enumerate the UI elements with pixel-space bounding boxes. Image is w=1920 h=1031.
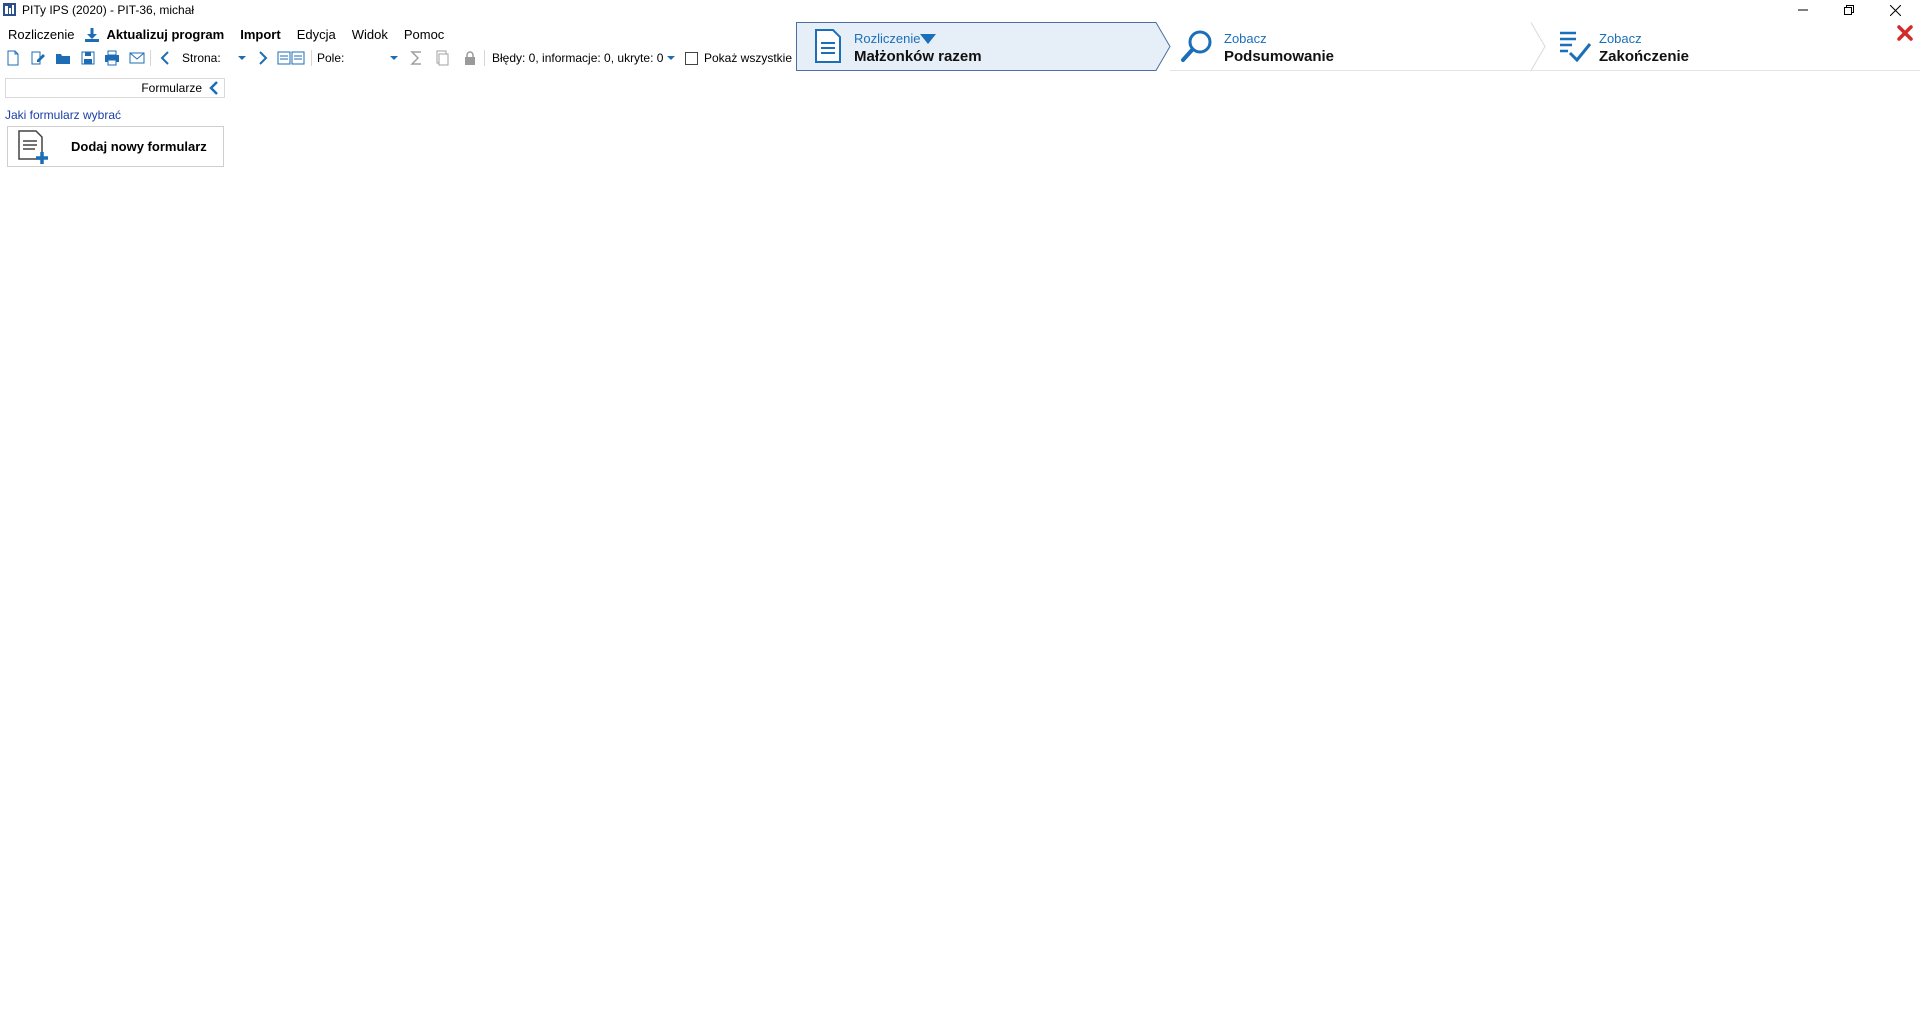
step-podsumowanie-value: Podsumowanie xyxy=(1224,48,1335,65)
show-all-checkbox[interactable] xyxy=(685,52,698,65)
save-icon[interactable] xyxy=(80,50,96,66)
step-zakonczenie-value: Zakończenie xyxy=(1599,48,1690,65)
forms-panel-title: Formularze xyxy=(141,81,202,95)
menu-rozliczenie[interactable]: Rozliczenie xyxy=(0,25,82,45)
which-form-link[interactable]: Jaki formularz wybrać xyxy=(5,108,121,122)
close-icon xyxy=(1889,4,1901,16)
app-icon xyxy=(3,3,16,16)
toolbar-separator xyxy=(311,50,312,66)
menu-edycja[interactable]: Edycja xyxy=(289,25,344,45)
field-label: Pole: xyxy=(317,51,345,65)
status-dropdown-icon[interactable] xyxy=(663,50,679,66)
chevron-left-icon[interactable] xyxy=(208,81,220,95)
close-document-icon[interactable] xyxy=(1896,24,1914,42)
window-title: PITy IPS (2020) - PIT-36, michał xyxy=(22,3,195,17)
menu-pomoc[interactable]: Pomoc xyxy=(396,25,452,45)
restore-button[interactable] xyxy=(1826,0,1872,20)
document-icon xyxy=(815,29,841,63)
add-document-icon xyxy=(18,130,48,164)
field-dropdown-icon[interactable] xyxy=(386,50,402,66)
checklist-icon xyxy=(1560,31,1592,63)
step-rozliczenie-label: Rozliczenie xyxy=(854,31,921,46)
menu-aktualizuj-program[interactable]: Aktualizuj program xyxy=(98,25,232,45)
sum-icon[interactable] xyxy=(409,50,425,66)
two-page-view-icon[interactable] xyxy=(277,50,305,66)
chevron-down-icon[interactable] xyxy=(920,33,936,45)
new-document-icon[interactable] xyxy=(5,50,21,66)
step-podsumowanie[interactable]: Zobacz Podsumowanie xyxy=(1170,22,1531,70)
forms-panel-header[interactable]: Formularze xyxy=(5,78,225,98)
previous-page-icon[interactable] xyxy=(157,50,173,66)
show-all-label: Pokaż wszystkie xyxy=(704,51,793,65)
step-rozliczenie[interactable]: Rozliczenie Małżonków razem xyxy=(796,22,1170,70)
toolbar: Strona: Pole: Błędy: 0, informacje: 0, u… xyxy=(0,48,795,68)
add-new-form-button[interactable]: Dodaj nowy formularz xyxy=(7,126,224,167)
title-bar: PITy IPS (2020) - PIT-36, michał xyxy=(0,0,1920,20)
copy-document-icon[interactable] xyxy=(434,50,450,66)
lock-icon[interactable] xyxy=(462,50,478,66)
page-label: Strona: xyxy=(182,51,221,65)
minimize-icon xyxy=(1798,9,1808,11)
toolbar-separator xyxy=(484,50,485,66)
menu-widok[interactable]: Widok xyxy=(344,25,396,45)
step-zakonczenie[interactable]: Zobacz Zakończenie xyxy=(1545,22,1895,70)
edit-document-icon[interactable] xyxy=(30,50,46,66)
toolbar-separator xyxy=(150,50,151,66)
mail-icon[interactable] xyxy=(129,50,145,66)
minimize-button[interactable] xyxy=(1780,0,1826,20)
close-window-button[interactable] xyxy=(1872,0,1918,20)
wizard-steps: Rozliczenie Małżonków razem Zobacz Podsu… xyxy=(796,22,1920,72)
validation-status: Błędy: 0, informacje: 0, ukryte: 0 xyxy=(492,51,664,65)
next-page-icon[interactable] xyxy=(255,50,271,66)
magnifier-icon xyxy=(1181,30,1212,62)
step-rozliczenie-value: Małżonków razem xyxy=(854,48,982,65)
menu-bar: Rozliczenie Aktualizuj program Import Ed… xyxy=(0,25,452,45)
page-dropdown-icon[interactable] xyxy=(234,50,250,66)
step-zakonczenie-label: Zobacz xyxy=(1599,31,1642,46)
restore-icon xyxy=(1844,5,1854,15)
print-icon[interactable] xyxy=(104,50,120,66)
step-podsumowanie-label: Zobacz xyxy=(1224,31,1267,46)
add-new-form-label: Dodaj nowy formularz xyxy=(71,139,207,154)
menu-import[interactable]: Import xyxy=(232,25,288,45)
open-folder-icon[interactable] xyxy=(55,50,71,66)
